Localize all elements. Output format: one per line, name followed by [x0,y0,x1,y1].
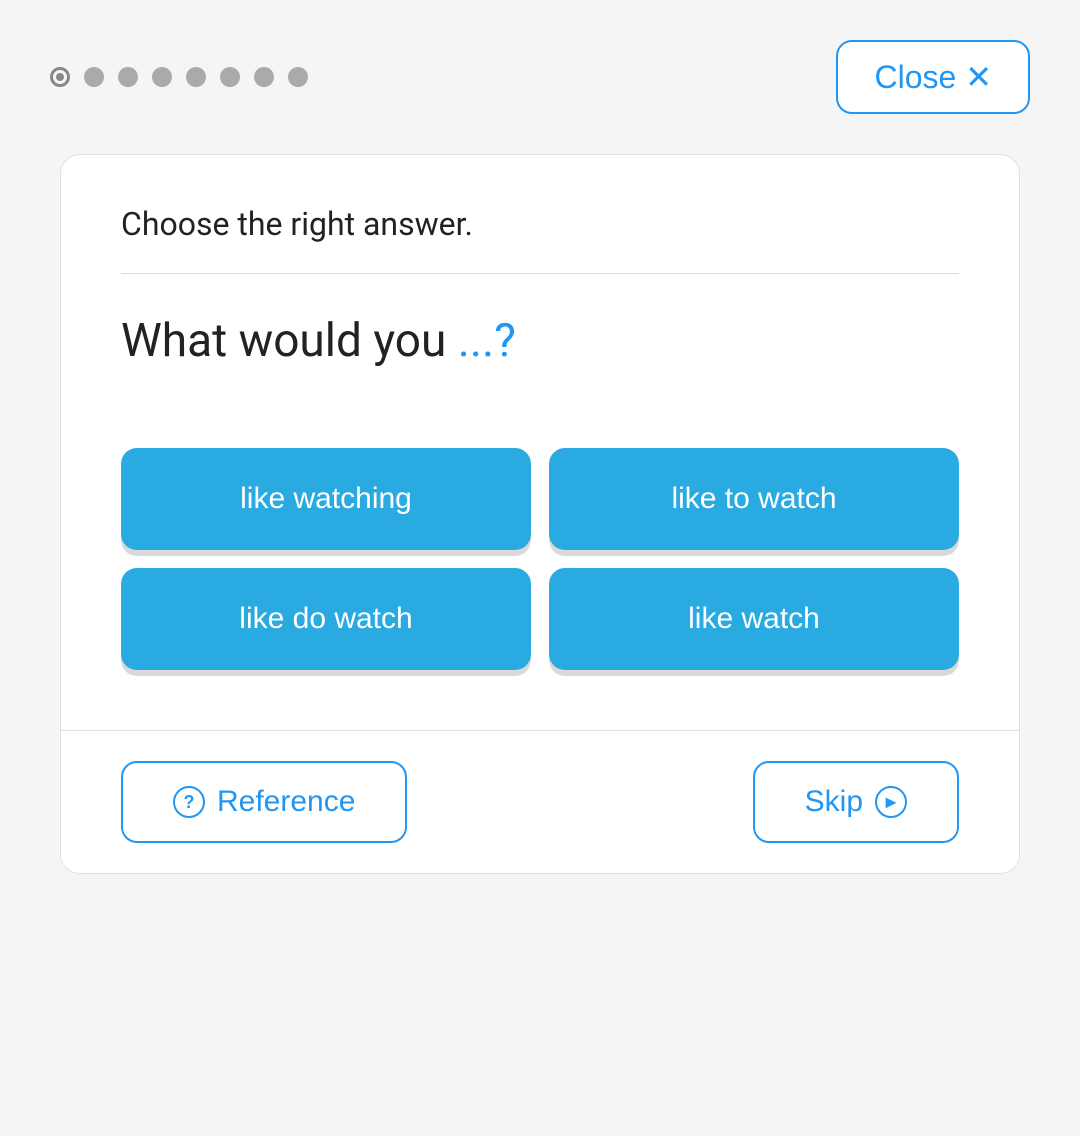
skip-button[interactable]: Skip ► [753,761,959,843]
close-button[interactable]: Close ✕ [836,40,1030,114]
main-card: Choose the right answer. What would you … [60,154,1020,874]
top-bar: Close ✕ [0,0,1080,144]
question-prefix: What would you [121,314,458,368]
progress-dots [50,67,308,87]
reference-button[interactable]: ? Reference [121,761,407,843]
answer-btn-4[interactable]: like watch [549,568,959,670]
card-footer: ? Reference Skip ► [61,730,1019,873]
divider [121,273,959,274]
skip-icon: ► [875,786,907,818]
skip-label: Skip [805,785,863,819]
dot-1 [50,67,70,87]
answer-grid: like watching like to watch like do watc… [121,448,959,670]
dot-5 [186,67,206,87]
dot-8 [288,67,308,87]
question-blank: ...? [458,314,516,368]
question-text: What would you ...? [121,314,959,368]
card-content: Choose the right answer. What would you … [61,155,1019,730]
instruction-text: Choose the right answer. [121,205,959,243]
dot-6 [220,67,240,87]
dot-4 [152,67,172,87]
dot-2 [84,67,104,87]
answer-btn-3[interactable]: like do watch [121,568,531,670]
dot-3 [118,67,138,87]
reference-label: Reference [217,785,355,819]
reference-icon: ? [173,786,205,818]
dot-7 [254,67,274,87]
answer-btn-2[interactable]: like to watch [549,448,959,550]
answer-btn-1[interactable]: like watching [121,448,531,550]
